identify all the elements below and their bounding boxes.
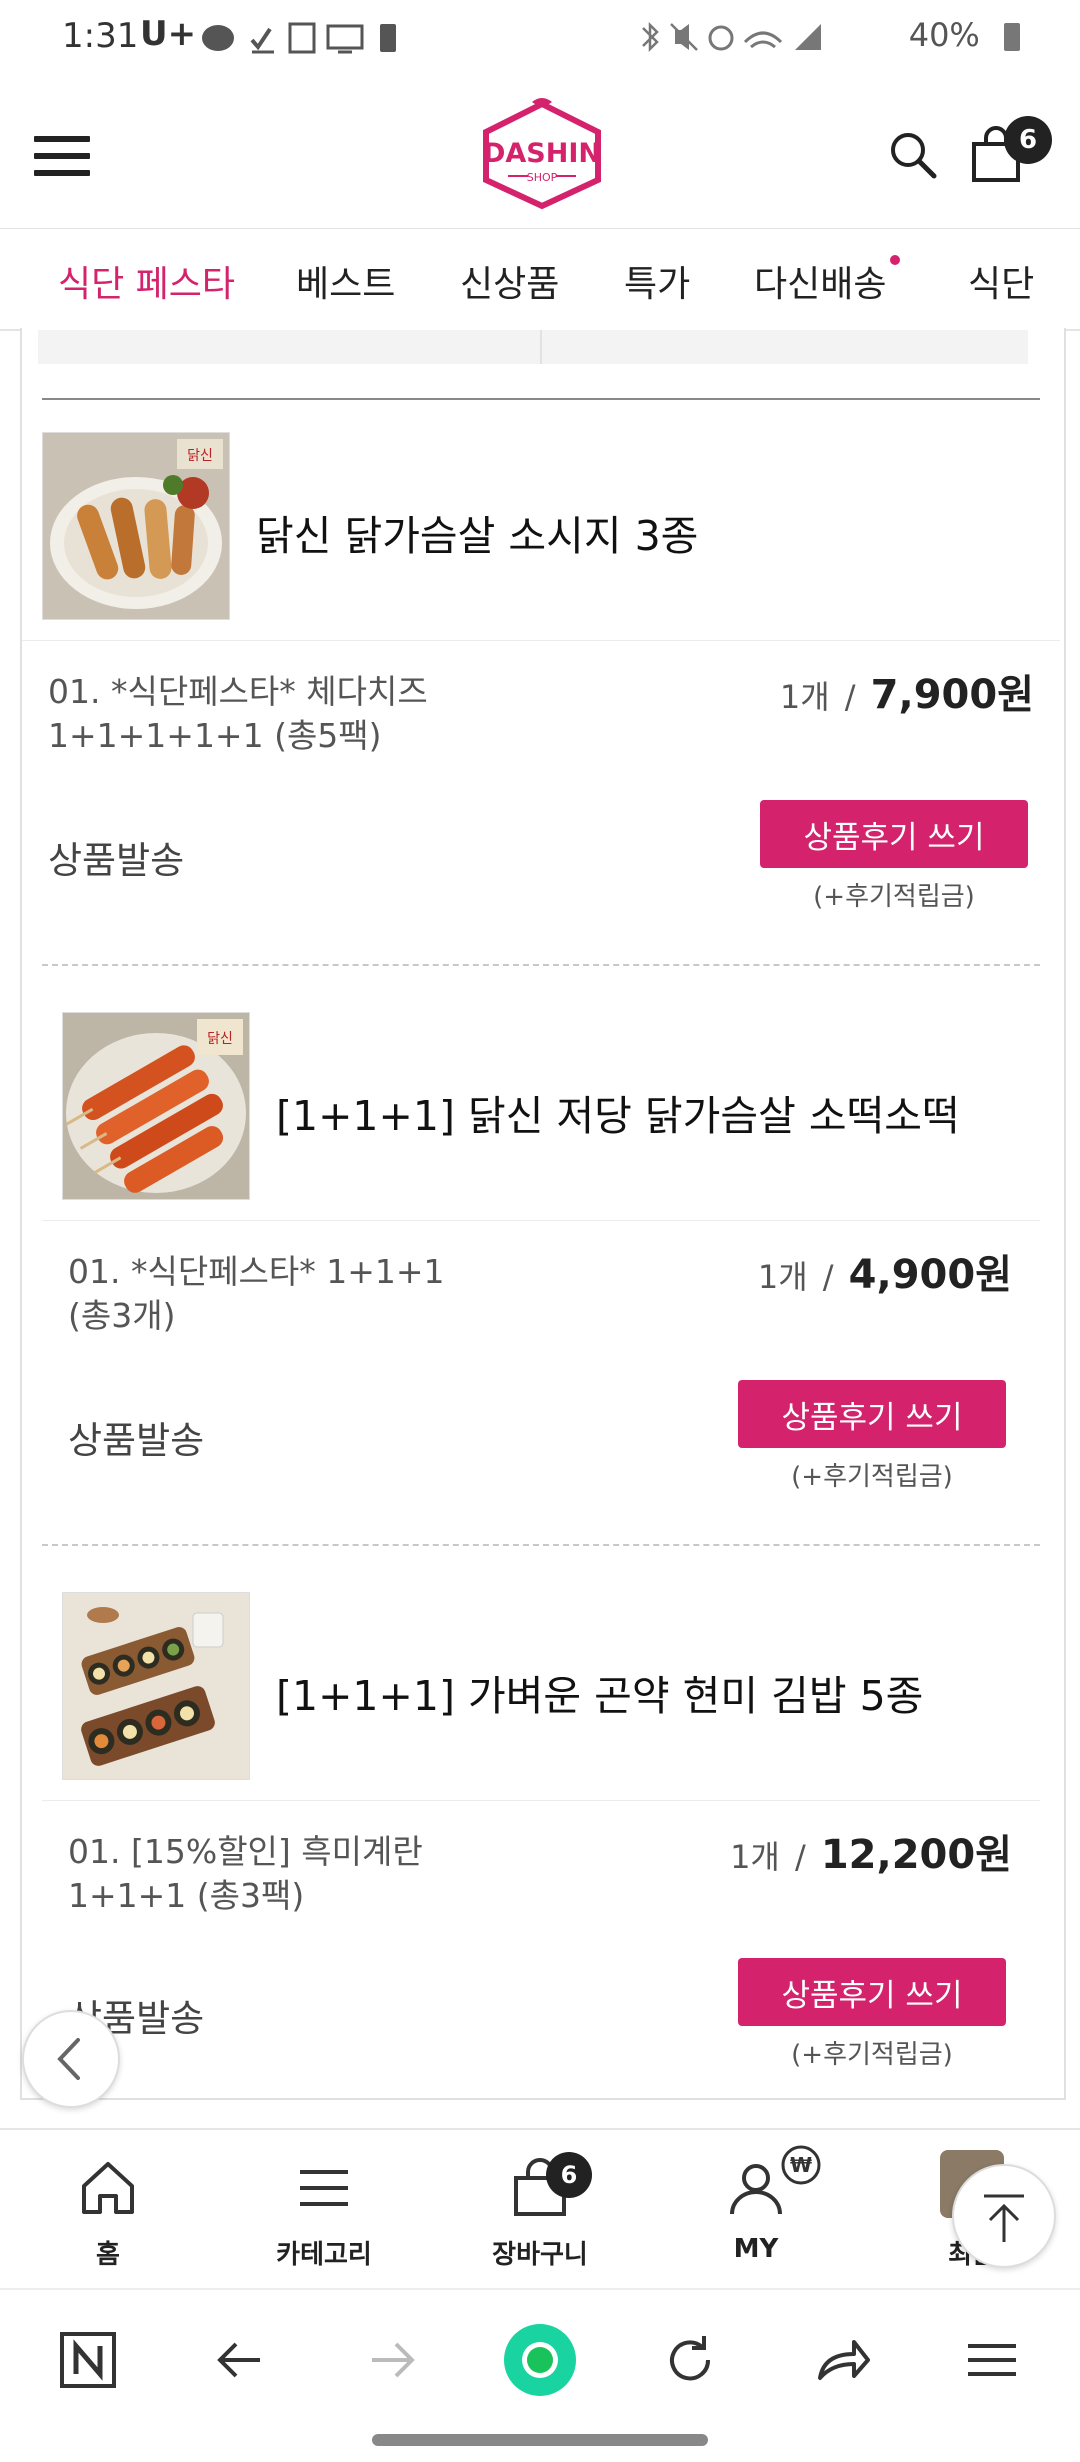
notification-icons bbox=[200, 18, 440, 66]
list-icon bbox=[300, 2170, 348, 2206]
tab-diet-festa[interactable]: 식단 페스타 bbox=[58, 255, 235, 307]
svg-text:₩: ₩ bbox=[790, 2153, 812, 2177]
row-divider bbox=[42, 1800, 1040, 1801]
svg-text:닭신: 닭신 bbox=[207, 1031, 233, 1047]
nav-category-label: 카테고리 bbox=[276, 2240, 372, 2270]
bottom-nav: 홈 카테고리 6 장바구니 ₩ MY 최근 bbox=[0, 2128, 1080, 2288]
row-divider bbox=[22, 640, 1060, 641]
won-coin-icon: ₩ bbox=[781, 2145, 821, 2185]
status-time: 1:31 bbox=[62, 16, 139, 56]
summary-box bbox=[38, 330, 1028, 364]
nav-home[interactable]: 홈 bbox=[8, 2130, 208, 2288]
divider bbox=[42, 398, 1040, 400]
carrier-label: U+ bbox=[140, 14, 197, 54]
option-line-2: (총3개) bbox=[68, 1296, 176, 1335]
system-icons bbox=[641, 21, 821, 53]
battery-percent: 40% bbox=[908, 16, 980, 54]
svg-text:닭신: 닭신 bbox=[187, 448, 213, 464]
status-right: 40% bbox=[635, 16, 1020, 54]
write-review-button[interactable]: 상품후기 쓰기 bbox=[738, 1380, 1006, 1448]
row-divider bbox=[42, 1220, 1040, 1221]
write-review-button[interactable]: 상품후기 쓰기 bbox=[738, 1958, 1006, 2026]
nav-cart-label: 장바구니 bbox=[492, 2240, 588, 2270]
product-title[interactable]: [1+1+1] 가벼운 곤약 현미 김밥 5종 bbox=[276, 1662, 923, 1722]
arrow-up-icon bbox=[984, 2194, 1024, 2242]
write-review-button[interactable]: 상품후기 쓰기 bbox=[760, 800, 1028, 868]
order-divider bbox=[42, 1544, 1040, 1546]
nav-my-label: MY bbox=[733, 2234, 779, 2264]
browser-menu-icon[interactable] bbox=[962, 2330, 1022, 2394]
naver-home-icon[interactable] bbox=[58, 2330, 118, 2394]
home-icon bbox=[82, 2162, 134, 2214]
qty-price: 1개 / 7,900원 bbox=[779, 672, 1034, 718]
review-reward-note: (+후기적립금) bbox=[791, 2040, 953, 2070]
quantity: 1개 bbox=[779, 678, 830, 716]
search-icon[interactable] bbox=[888, 130, 938, 180]
refresh-icon[interactable] bbox=[660, 2330, 720, 2394]
nav-category[interactable]: 카테고리 bbox=[224, 2130, 424, 2288]
product-thumbnail[interactable]: 닭신 bbox=[62, 1012, 250, 1200]
back-float-button[interactable] bbox=[22, 2010, 120, 2108]
gesture-bar bbox=[372, 2434, 708, 2446]
new-dot bbox=[890, 255, 901, 265]
qty-price: 1개 / 4,900원 bbox=[757, 1252, 1012, 1298]
dashin-logo[interactable]: DASHIN SHOP bbox=[478, 96, 606, 212]
quantity: 1개 bbox=[730, 1838, 780, 1876]
app-header: DASHIN SHOP 6 bbox=[0, 80, 1080, 228]
tab-special[interactable]: 특가 bbox=[624, 255, 690, 307]
tab-dashin-delivery-label: 다신배송 bbox=[754, 264, 887, 305]
qty-price: 1개 / 12,200원 bbox=[730, 1832, 1012, 1878]
order-divider bbox=[42, 964, 1040, 966]
option-line-1: 01. *식단페스타* 체다치즈 bbox=[48, 672, 428, 711]
chevron-left-icon bbox=[57, 2038, 80, 2080]
tab-diet[interactable]: 식단 bbox=[968, 255, 1080, 307]
shipping-status: 상품발송 bbox=[68, 1419, 205, 1462]
logo-sub: SHOP bbox=[527, 171, 558, 184]
category-tabs: 식단 페스타 베스트 신상품 특가 다신배송 식단 bbox=[0, 228, 1080, 331]
review-reward-note: (+후기적립금) bbox=[813, 882, 975, 912]
logo-text: DASHIN bbox=[483, 138, 601, 169]
product-title[interactable]: [1+1+1] 닭신 저당 닭가슴살 소떡소떡 bbox=[276, 1082, 960, 1142]
price: 4,900원 bbox=[848, 1252, 1012, 1298]
back-arrow-icon[interactable] bbox=[210, 2330, 270, 2394]
product-title[interactable]: 닭신 닭가슴살 소시지 3종 bbox=[256, 502, 698, 562]
logo-graphic: DASHIN SHOP bbox=[483, 98, 601, 210]
battery-icon bbox=[1004, 23, 1020, 51]
quantity: 1개 bbox=[757, 1258, 808, 1296]
option-line-1: 01. *식단페스타* 1+1+1 bbox=[68, 1252, 445, 1291]
tab-dashin-delivery[interactable]: 다신배송 bbox=[754, 255, 901, 307]
option-line-2: 1+1+1+1+1 (총5팩) bbox=[48, 716, 382, 755]
product-thumbnail[interactable] bbox=[62, 1592, 250, 1780]
green-dot-button[interactable] bbox=[500, 2320, 580, 2404]
cart-count-badge: 6 bbox=[546, 2152, 592, 2198]
cart-count-badge: 6 bbox=[1004, 116, 1052, 164]
nav-my[interactable]: ₩ MY bbox=[656, 2130, 856, 2288]
menu-icon[interactable] bbox=[34, 136, 90, 176]
scroll-top-button[interactable] bbox=[952, 2164, 1056, 2268]
price: 7,900원 bbox=[870, 672, 1034, 718]
forward-arrow-icon bbox=[362, 2330, 422, 2394]
shipping-status: 상품발송 bbox=[48, 839, 185, 882]
product-thumbnail[interactable]: 닭신 bbox=[42, 432, 230, 620]
option-line-1: 01. [15%할인] 흑미계란 bbox=[68, 1832, 423, 1871]
user-icon bbox=[730, 2164, 782, 2215]
tab-new[interactable]: 신상품 bbox=[460, 255, 559, 307]
nav-home-label: 홈 bbox=[96, 2240, 120, 2270]
status-bar: 1:31 U+ 40% bbox=[0, 0, 1080, 80]
share-icon[interactable] bbox=[812, 2330, 872, 2394]
option-line-2: 1+1+1 (총3팩) bbox=[68, 1876, 305, 1915]
tab-best[interactable]: 베스트 bbox=[296, 255, 395, 307]
notification-icons-group bbox=[202, 22, 396, 54]
nav-cart[interactable]: 6 장바구니 bbox=[440, 2130, 640, 2288]
price: 12,200원 bbox=[820, 1832, 1012, 1878]
review-reward-note: (+후기적립금) bbox=[791, 1462, 953, 1492]
